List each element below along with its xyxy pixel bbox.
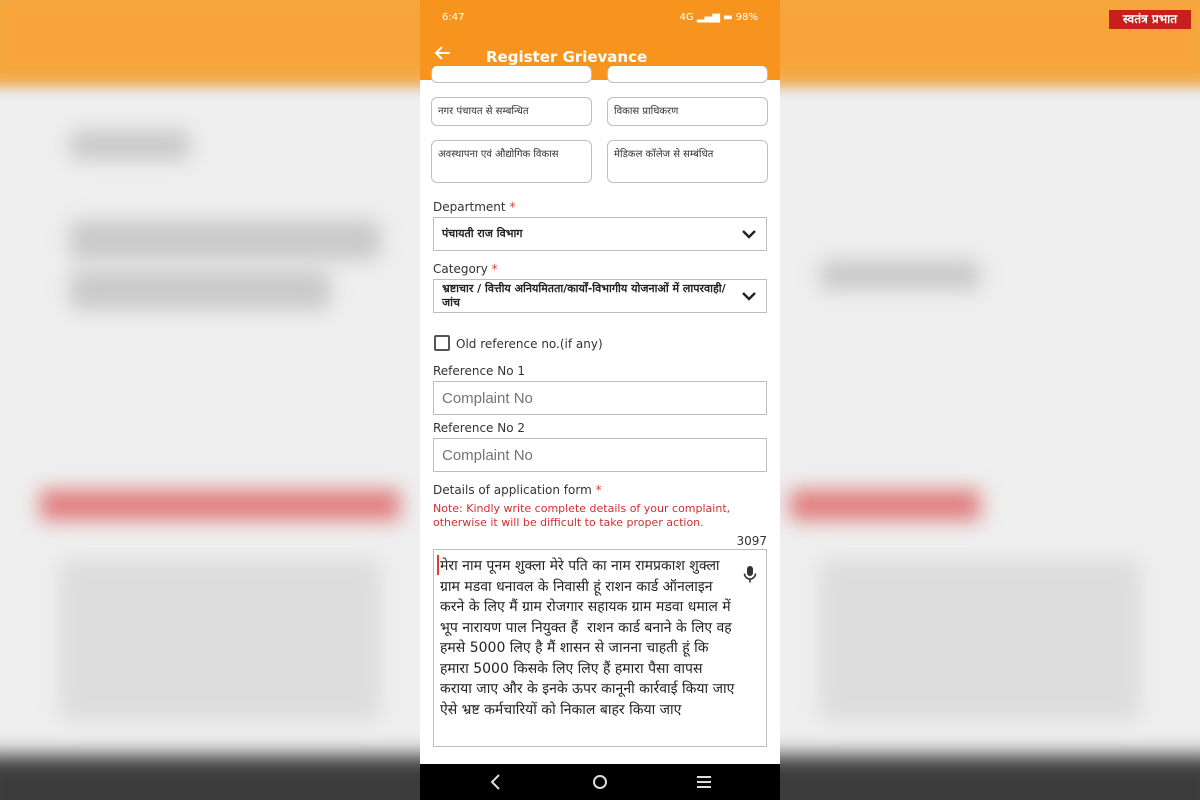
reference2-label: Reference No 2 (433, 421, 526, 435)
department-label: Department * (433, 200, 516, 214)
chip-partial[interactable] (431, 66, 592, 83)
menu-nav-icon[interactable] (692, 770, 716, 794)
reference2-input[interactable] (433, 438, 767, 472)
back-arrow-icon[interactable] (434, 44, 454, 64)
page-title: Register Grievance (486, 48, 648, 66)
category-select[interactable]: भ्रष्टाचार / वित्तीय अनियमितता/कार्यों-व… (433, 279, 767, 313)
system-nav-bar (420, 764, 780, 800)
department-value: पंचायती राज विभाग (442, 227, 523, 240)
microphone-icon[interactable] (740, 564, 760, 584)
chevron-down-icon (742, 292, 756, 301)
reference1-label: Reference No 1 (433, 364, 526, 378)
details-note: Note: Kindly write complete details of y… (433, 502, 731, 529)
old-reference-label: Old reference no.(if any) (456, 337, 603, 351)
chip-nagar-panchayat[interactable]: नगर पंचायत से सम्बन्धित (431, 97, 592, 126)
reference1-input[interactable] (433, 381, 767, 415)
phone-screen: 6:47 4G ▂▄▆ ▬ 98% Register Grievance नगर… (420, 0, 780, 800)
network-label: 4G (679, 12, 694, 23)
details-textarea[interactable]: मेरा नाम पूनम शुक्ला मेरे पति का नाम राम… (433, 549, 767, 747)
chip-medical-college[interactable]: मेडिकल कॉलेज से सम्बंधित (607, 140, 768, 183)
status-indicators: 4G ▂▄▆ ▬ 98% (680, 12, 758, 23)
home-nav-icon[interactable] (588, 770, 612, 794)
chip-partial[interactable] (607, 66, 768, 83)
department-select[interactable]: पंचायती राज विभाग (433, 217, 767, 251)
chip-vikas-pradhikaran[interactable]: विकास प्राधिकरण (607, 97, 768, 126)
battery-icon: ▬ (723, 12, 733, 23)
text-cursor (437, 555, 439, 575)
back-nav-icon[interactable] (484, 770, 508, 794)
old-reference-checkbox[interactable] (434, 335, 450, 351)
battery-percent: 98% (735, 12, 758, 23)
chip-avasthapana[interactable]: अवस्थापना एवं औद्योगिक विकास (431, 140, 592, 183)
details-label: Details of application form * (433, 483, 602, 497)
chevron-down-icon (742, 230, 756, 239)
logo-tagline (1109, 29, 1191, 37)
category-label: Category * (433, 262, 498, 276)
brand-logo: स्वतंत्र प्रभात (1109, 10, 1191, 29)
category-value: भ्रष्टाचार / वित्तीय अनियमितता/कार्यों-व… (442, 282, 726, 309)
character-counter: 3097 (736, 534, 767, 548)
signal-icon: ▂▄▆ (696, 12, 720, 23)
status-time: 6:47 (442, 12, 465, 23)
